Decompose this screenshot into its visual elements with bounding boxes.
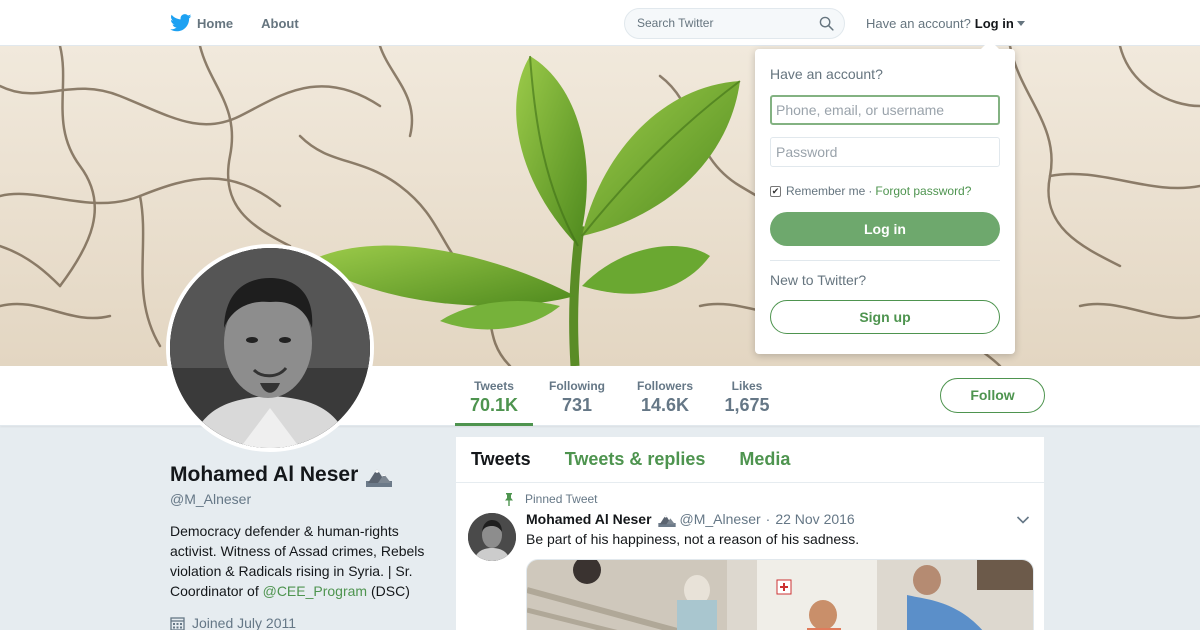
account-menu: Have an account? Log in	[866, 0, 1025, 46]
tweet-header: Mohamed Al Neser @M_Alneser · 22 Nov 201…	[526, 511, 855, 527]
mountain-emoji-icon	[366, 469, 393, 487]
tweet-avatar-image	[468, 513, 516, 561]
stat-following[interactable]: Following 731	[541, 366, 613, 426]
bio-mention-link[interactable]: @CEE_Program	[263, 583, 367, 599]
profile-name-text: Mohamed Al Neser	[170, 463, 359, 486]
username-placeholder: Phone, email, or username	[776, 102, 945, 118]
avatar-photo	[170, 248, 370, 448]
pinned-label-text: Pinned Tweet	[525, 492, 598, 506]
profile-handle[interactable]: @M_Alneser	[170, 491, 251, 507]
profile-name: Mohamed Al Neser	[170, 463, 393, 487]
tweet-text: Be part of his happiness, not a reason o…	[526, 531, 860, 547]
joined-date-text: Joined July 2011	[192, 615, 297, 630]
dropdown-divider	[770, 260, 1000, 261]
login-dropdown-title: Have an account?	[770, 66, 883, 82]
nav-home[interactable]: Home	[170, 14, 233, 32]
stat-followers-value: 14.6K	[640, 395, 690, 415]
tweet-media-image[interactable]	[526, 559, 1034, 630]
remember-me-row: ✔ Remember me · Forgot password?	[770, 184, 971, 198]
nav-about[interactable]: About	[261, 16, 299, 31]
password-placeholder: Password	[776, 144, 838, 160]
remember-me-checkbox[interactable]: ✔	[770, 185, 781, 197]
timeline: Tweets Tweets & replies Media Pinned Twe…	[456, 437, 1044, 630]
tab-tweets-and-replies[interactable]: Tweets & replies	[565, 449, 706, 470]
chevron-down-icon[interactable]	[1016, 20, 1025, 26]
new-to-twitter-text: New to Twitter?	[770, 272, 867, 288]
stat-likes-value: 1,675	[724, 395, 770, 415]
tab-tweets[interactable]: Tweets	[471, 449, 531, 470]
timeline-tabs: Tweets Tweets & replies Media	[456, 437, 1044, 483]
username-field[interactable]: Phone, email, or username	[770, 95, 1000, 125]
stat-followers[interactable]: Followers 14.6K	[629, 366, 701, 426]
bio-text-end: (DSC)	[367, 583, 410, 599]
avatar-image	[170, 248, 370, 448]
stat-tweets-label: Tweets	[474, 379, 514, 393]
login-dropdown: Have an account? Phone, email, or userna…	[755, 40, 1015, 354]
nav-left: Home About	[170, 0, 327, 46]
stat-likes-label: Likes	[731, 379, 763, 393]
password-field[interactable]: Password	[770, 137, 1000, 167]
nav-home-label: Home	[197, 15, 234, 31]
account-prompt: Have an account?	[866, 15, 971, 31]
tab-media[interactable]: Media	[739, 449, 790, 470]
twitter-bird-icon	[170, 14, 192, 32]
stat-following-label: Following	[549, 379, 605, 393]
tweet-author-handle[interactable]: @M_Alneser	[680, 511, 761, 527]
follow-button[interactable]: Follow	[940, 378, 1045, 413]
remember-separator: ·	[868, 184, 873, 198]
signup-button[interactable]: Sign up	[770, 300, 1000, 334]
stat-tweets-value: 70.1K	[469, 395, 519, 415]
top-navigation-bar: Home About Search Twitter Have an accoun…	[0, 0, 1200, 46]
stat-likes[interactable]: Likes 1,675	[718, 366, 776, 426]
tweet-date[interactable]: 22 Nov 2016	[775, 511, 854, 527]
profile-bio: Democracy defender & human-rights activi…	[170, 521, 435, 601]
profile-avatar[interactable]	[166, 244, 374, 452]
tweet-author-avatar[interactable]	[468, 513, 516, 561]
stat-following-value: 731	[561, 395, 593, 415]
pin-icon	[505, 492, 513, 506]
stat-followers-label: Followers	[636, 379, 693, 393]
tweet-author-name[interactable]: Mohamed Al Neser	[526, 511, 652, 527]
chevron-down-icon[interactable]	[1016, 515, 1030, 525]
search-placeholder: Search Twitter	[637, 16, 714, 30]
login-button[interactable]: Log in	[770, 212, 1000, 246]
remember-me-label[interactable]: Remember me	[786, 184, 865, 198]
forgot-password-link[interactable]: Forgot password?	[875, 184, 971, 198]
pinned-tweet-label: Pinned Tweet	[503, 492, 598, 506]
calendar-icon	[170, 616, 185, 630]
mountain-emoji-icon	[657, 515, 676, 527]
joined-date: Joined July 2011	[170, 615, 296, 630]
search-input[interactable]: Search Twitter	[624, 8, 845, 39]
tweet-separator: ·	[765, 511, 771, 527]
nav-about-label: About	[261, 15, 299, 31]
tweet-photo	[527, 560, 1033, 630]
stat-tweets[interactable]: Tweets 70.1K	[455, 366, 533, 426]
login-menu-toggle[interactable]: Log in	[975, 16, 1014, 31]
search-icon[interactable]	[819, 16, 834, 31]
